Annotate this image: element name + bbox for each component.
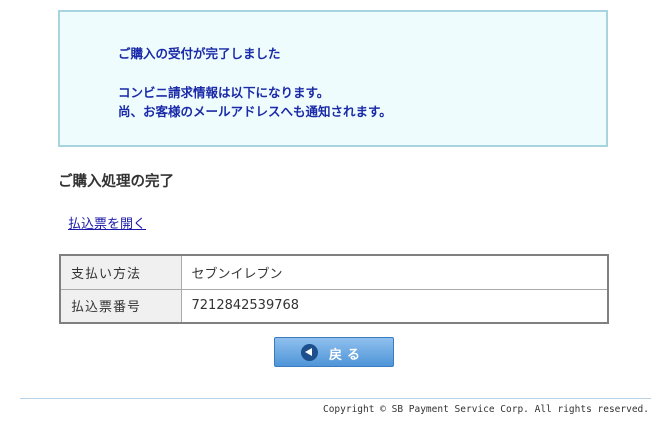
payment-method-value: セブンイレブン: [180, 254, 609, 290]
copyright-text: Copyright © SB Payment Service Corp. All…: [322, 404, 649, 415]
table-row: 支払い方法 セブンイレブン: [59, 254, 609, 290]
slip-number-label: 払込票番号: [59, 288, 182, 324]
back-button[interactable]: 戻る: [274, 337, 394, 367]
notice-line-email-notification: 尚、お客様のメールアドレスへも通知されます。: [118, 104, 392, 119]
table-row: 払込票番号 7212842539768: [59, 288, 609, 324]
back-button-label: 戻る: [329, 348, 366, 363]
section-title: ご購入処理の完了: [58, 174, 174, 190]
payment-info-table: 支払い方法 セブンイレブン 払込票番号 7212842539768: [59, 254, 609, 324]
notice-line-billing-info: コンビニ請求情報は以下になります。: [118, 85, 330, 100]
completion-notice-box: ご購入の受付が完了しました コンビニ請求情報は以下になります。 尚、お客様のメー…: [58, 10, 608, 147]
payment-method-label: 支払い方法: [59, 254, 182, 290]
back-arrow-icon: [301, 344, 318, 361]
notice-line-completed: ご購入の受付が完了しました: [118, 46, 281, 61]
slip-number-value: 7212842539768: [180, 288, 609, 324]
open-payment-slip-link[interactable]: 払込票を開く: [68, 213, 146, 232]
footer-divider: [20, 398, 651, 399]
